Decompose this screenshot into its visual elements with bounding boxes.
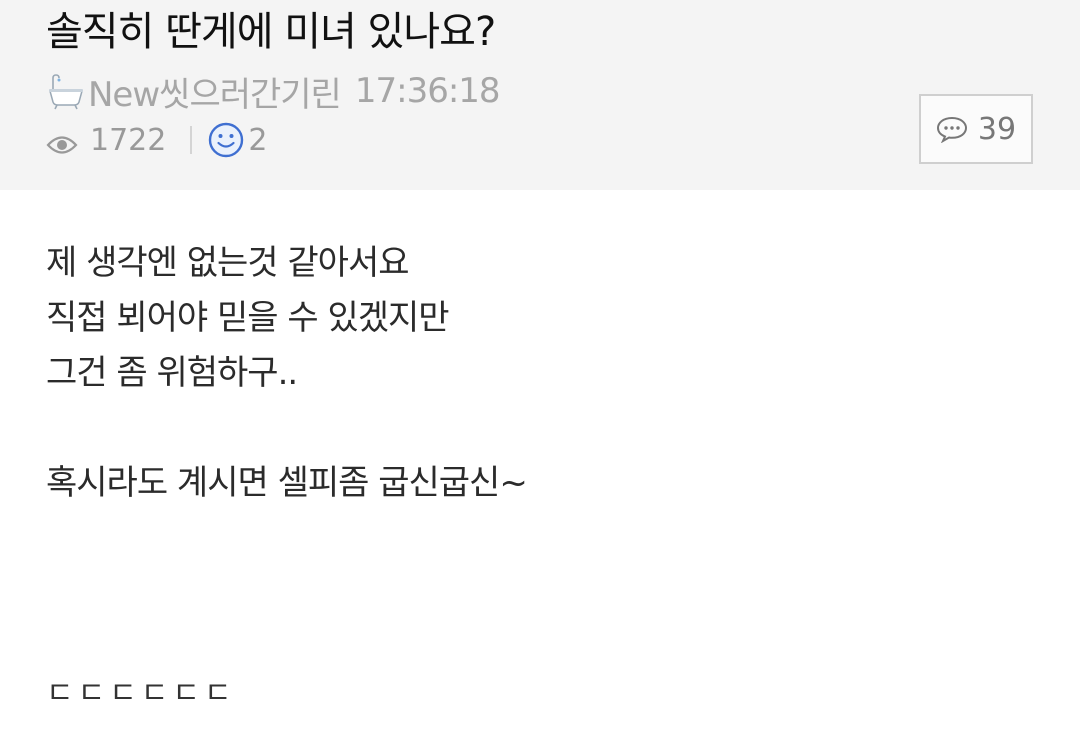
stats-divider [190, 126, 193, 154]
body-line: 혹시라도 계시면 셀피좀 굽신굽신~ [46, 463, 528, 503]
speech-bubble-icon [936, 115, 968, 144]
post-title: 솔직히 딴게에 미녀 있나요? [46, 9, 496, 55]
author-row: New씻으러간기린 17:36:18 [46, 70, 501, 115]
view-count: 1722 [90, 122, 167, 158]
post-time: 17:36:18 [354, 71, 501, 111]
author-name[interactable]: New씻으러간기린 [88, 67, 342, 116]
body-line: 그건 좀 위험하구.. [46, 353, 298, 393]
post-header: 솔직히 딴게에 미녀 있나요? New씻으러간기린 17:36:18 1722 [0, 0, 1080, 190]
smiley-icon[interactable] [208, 122, 244, 158]
post-ending: ㄷㄷㄷㄷㄷㄷ [46, 676, 236, 711]
comment-count: 39 [977, 111, 1017, 147]
eye-icon [46, 129, 78, 154]
post-body: 제 생각엔 없는것 같아서요 직접 뵈어야 믿을 수 있겠지만 그건 좀 위험하… [46, 236, 1046, 511]
body-line: 제 생각엔 없는것 같아서요 [46, 243, 410, 283]
bathtub-icon [46, 71, 86, 111]
comment-count-button[interactable]: 39 [919, 94, 1033, 164]
body-line: 직접 뵈어야 믿을 수 있겠지만 [46, 298, 450, 338]
like-count: 2 [248, 122, 268, 158]
stats-row: 1722 2 [46, 120, 267, 160]
